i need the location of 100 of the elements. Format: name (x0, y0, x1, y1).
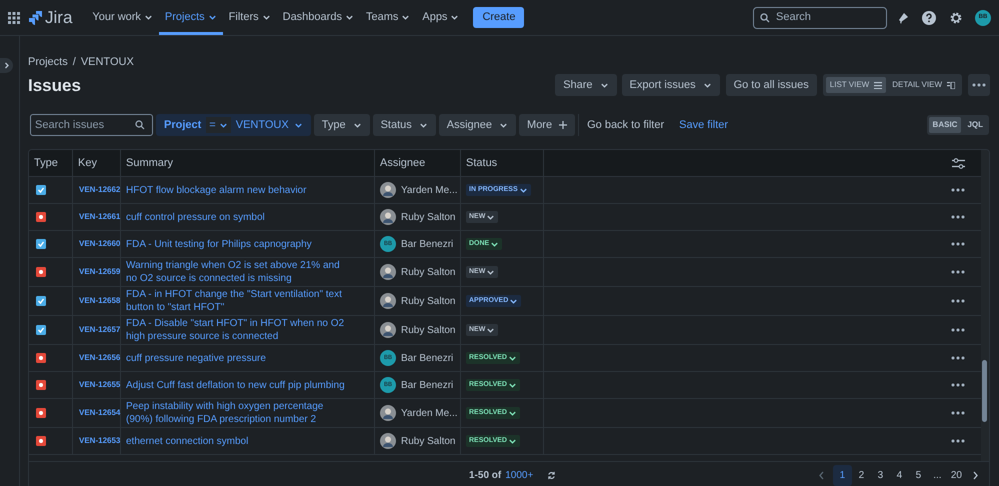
issue-key-link[interactable]: VEN-12661 (79, 211, 120, 223)
more-icon[interactable] (951, 270, 965, 274)
export-button[interactable]: Export issues (622, 74, 720, 96)
column-header[interactable]: Type (34, 154, 58, 172)
breadcrumb-link[interactable]: Projects (28, 54, 68, 70)
all-issues-button[interactable]: Go to all issues (726, 74, 817, 96)
issue-summary-link[interactable]: ethernet connection symbol (126, 434, 248, 448)
filter-dropdown[interactable]: Type (314, 114, 370, 136)
previous-page-icon[interactable] (818, 470, 825, 480)
more-icon[interactable] (951, 411, 965, 415)
page-button[interactable]: 3 (870, 464, 890, 486)
issue-key-link[interactable]: VEN-12653 (79, 435, 120, 447)
chevron-down-icon (486, 212, 496, 222)
chevron-down-icon (418, 120, 428, 130)
avatar-icon (380, 405, 396, 421)
search-field[interactable]: Search (776, 9, 876, 26)
more-icon[interactable] (951, 299, 965, 303)
column-header[interactable]: Assignee (380, 154, 426, 172)
share-button[interactable]: Share (555, 74, 617, 96)
bug-icon (36, 212, 46, 222)
next-page-icon[interactable] (972, 470, 979, 480)
total-count-link[interactable]: 1000+ (505, 468, 534, 482)
page-button[interactable]: 5 (908, 464, 928, 486)
filter-label: Project (164, 118, 202, 133)
notification-icon[interactable] (896, 10, 910, 24)
issue-summary-link[interactable]: FDA - in HFOT change the "Start ventilation" text button to "start HFOT" (126, 288, 346, 314)
chevron-down-icon (600, 80, 609, 90)
nav-menu[interactable]: Filters (222, 0, 277, 35)
help-icon[interactable] (922, 10, 936, 24)
column-settings-icon[interactable] (952, 158, 965, 168)
mode-toggle[interactable]: BASIC (928, 117, 962, 133)
page-button[interactable]: 4 (890, 464, 909, 486)
avatar-icon (380, 264, 396, 280)
issue-search-field[interactable]: Search issues (35, 116, 135, 134)
issue-search-box[interactable]: Search issues (30, 114, 153, 136)
breadcrumb-link[interactable]: VENTOUX (80, 54, 134, 70)
issue-summary-link[interactable]: cuff control pressure on symbol (126, 210, 265, 224)
filter-dropdown[interactable]: Assignee (438, 114, 516, 136)
scrollbar[interactable] (981, 150, 989, 461)
more-icon[interactable] (951, 356, 965, 360)
nav-menu[interactable]: Apps (416, 0, 466, 35)
results-count: 1-50 of (469, 468, 502, 482)
issue-key-link[interactable]: VEN-12662 (79, 184, 120, 196)
create-button[interactable]: Create (473, 7, 524, 28)
issue-summary-link[interactable]: Warning triangle when O2 is set above 21% and no O2 source is connected is missing (126, 259, 346, 285)
issue-key-link[interactable]: VEN-12654 (79, 407, 120, 419)
refresh-icon[interactable] (547, 470, 556, 480)
filter-dropdown[interactable]: Status (372, 114, 436, 136)
issue-key-link[interactable]: VEN-12655 (79, 379, 120, 391)
page-button[interactable]: 1 (832, 464, 852, 486)
issue-key-link[interactable]: VEN-12656 (79, 352, 120, 364)
more-icon[interactable] (951, 188, 965, 192)
more-icon[interactable] (972, 83, 986, 88)
issue-summary-link[interactable]: HFOT flow blockage alarm new behavior (126, 184, 306, 196)
sidebar-expand-button[interactable] (0, 58, 13, 73)
issue-key-link[interactable]: VEN-12659 (79, 266, 120, 278)
page-button[interactable]: ... (928, 464, 947, 486)
view-toggle[interactable]: DETAIL VIEW (888, 77, 959, 94)
more-icon[interactable] (951, 328, 965, 332)
issue-summary-link[interactable]: Peep instability with high oxygen percentage (90%) following FDA prescription number 2 (126, 400, 346, 426)
assignee-name: Yarden Me... (401, 184, 458, 198)
app-grid-icon[interactable] (8, 12, 20, 24)
chevron-right-icon (4, 62, 10, 69)
page-button[interactable]: 20 (946, 464, 966, 486)
more-actions-button[interactable] (968, 74, 990, 96)
column-header[interactable]: Key (78, 154, 97, 172)
product-name[interactable]: Jira (45, 4, 72, 30)
nav-menu[interactable]: Dashboards (276, 0, 360, 35)
assignee-name: Ruby Salton (401, 210, 456, 224)
save-filter-link[interactable]: Save filter (679, 116, 728, 134)
column-header[interactable]: Summary (126, 154, 174, 172)
settings-icon[interactable] (949, 10, 963, 24)
issue-key-link[interactable]: VEN-12660 (79, 238, 120, 250)
nav-menu[interactable]: Your work (86, 0, 159, 35)
issue-key-link[interactable]: VEN-12658 (79, 295, 120, 307)
nav-menu[interactable]: Projects (158, 0, 223, 35)
chevron-down-icon (294, 120, 303, 130)
operator-dropdown[interactable]: = (206, 116, 231, 134)
mode-toggle[interactable]: JQL (963, 117, 987, 133)
issue-summary-link[interactable]: Adjust Cuff fast deflation to new cuff pip plumbing (126, 378, 345, 392)
issue-key-link[interactable]: VEN-12657 (79, 324, 120, 336)
more-filters-button[interactable]: More (519, 114, 576, 136)
nav-menu[interactable]: Teams (360, 0, 416, 35)
chevron-down-icon (508, 436, 517, 446)
issue-summary-link[interactable]: FDA - Unit testing for Philips capnography (126, 238, 312, 250)
chevron-down-icon (344, 13, 354, 22)
view-toggle[interactable]: LIST VIEW (826, 77, 886, 94)
issue-summary-link[interactable]: cuff pressure negative pressure (126, 352, 266, 364)
back-to-filter-link[interactable]: Go back to filter (587, 116, 664, 134)
project-filter[interactable]: Project = VENTOUX (156, 114, 311, 136)
issue-summary-link[interactable]: FDA - Disable "start HFOT" in HFOT when no O2 high pressure source is connected (126, 317, 346, 343)
more-icon[interactable] (951, 383, 965, 387)
column-header[interactable]: Status (466, 154, 498, 172)
chevron-down-icon (508, 354, 517, 362)
more-icon[interactable] (951, 439, 965, 443)
more-icon[interactable] (951, 215, 965, 219)
page-button[interactable]: 2 (852, 464, 871, 486)
page-title: Issues (28, 74, 82, 96)
search-box[interactable]: Search (753, 6, 887, 28)
more-icon[interactable] (951, 242, 965, 246)
